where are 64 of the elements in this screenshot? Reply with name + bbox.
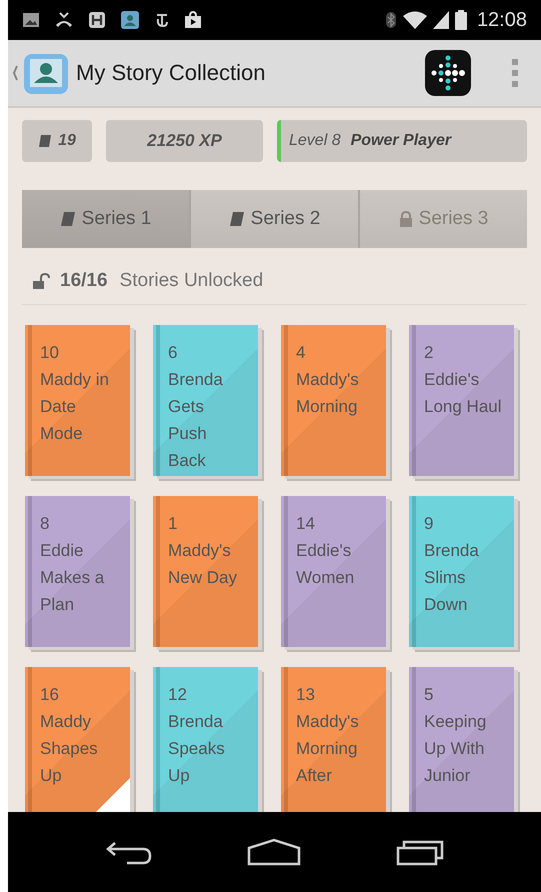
story-number: 9: [424, 513, 434, 535]
story-book[interactable]: 1 Maddy's New Day: [153, 496, 258, 647]
level-text: Level 8: [289, 132, 341, 150]
story-book[interactable]: 6 Brenda Gets Push Back: [153, 325, 258, 476]
story-book[interactable]: 5 Keeping Up With Junior: [409, 667, 514, 812]
story-title: Brenda Gets Push Back: [168, 369, 224, 472]
story-book[interactable]: 14 Eddie's Women: [281, 496, 386, 647]
book-icon: [60, 211, 76, 227]
letter-h-app-icon: [88, 11, 106, 29]
story-book[interactable]: 9 Brenda Slims Down: [409, 496, 514, 647]
rank-text: Power Player: [350, 132, 452, 150]
story-title: Keeping Up With Junior: [424, 711, 488, 787]
story-book[interactable]: 10 Maddy in Date Mode: [25, 325, 130, 476]
story-number: 10: [40, 342, 60, 364]
story-number: 8: [40, 513, 50, 535]
wifi-icon: [402, 11, 427, 29]
story-title: Maddy's New Day: [168, 540, 238, 589]
book-icon: [38, 134, 52, 148]
series-tab[interactable]: Series 2: [191, 190, 360, 248]
story-number: 2: [424, 342, 434, 364]
unlocked-count: 16/16: [60, 270, 108, 292]
home-button[interactable]: [247, 838, 302, 866]
bluetooth-icon: [384, 11, 397, 29]
story-number: 1: [168, 513, 178, 535]
story-book[interactable]: 8 Eddie Makes a Plan: [25, 496, 130, 647]
story-book[interactable]: 13 Maddy's Morning After: [281, 667, 386, 812]
story-title: Eddie Makes a Plan: [40, 540, 106, 616]
series-tab[interactable]: Series 3: [360, 190, 527, 248]
story-title: Maddy's Morning After: [296, 711, 360, 787]
series-tab[interactable]: Series 1: [22, 190, 191, 248]
recent-apps-button[interactable]: [396, 838, 444, 866]
picture-notification-icon: [22, 12, 40, 28]
play-store-icon: [184, 11, 202, 29]
story-number: 13: [296, 684, 316, 706]
book-count-chip: 19: [22, 120, 92, 162]
battery-icon: [454, 10, 467, 30]
story-number: 6: [168, 342, 178, 364]
story-number: 4: [296, 342, 306, 364]
story-title: Eddie's Women: [296, 540, 356, 589]
unlocked-padlock-icon: [32, 273, 52, 289]
story-title: Brenda Slims Down: [424, 540, 480, 616]
story-title: Maddy Shapes Up: [40, 711, 99, 787]
story-title: Maddy's Morning: [296, 369, 360, 418]
story-book[interactable]: 2 Eddie's Long Haul: [409, 325, 514, 476]
unlocked-label: Stories Unlocked: [120, 270, 264, 292]
story-number: 12: [168, 684, 188, 706]
xp-chip: 21250 XP: [106, 120, 263, 162]
missed-call-icon: [54, 11, 74, 29]
story-book[interactable]: 4 Maddy's Morning: [281, 325, 386, 476]
clock-time: 12:08: [476, 8, 527, 32]
padlock-icon: [398, 211, 413, 227]
story-title: Brenda Speaks Up: [168, 711, 226, 787]
story-book[interactable]: 16 Maddy Shapes Up: [25, 667, 130, 812]
signal-icon: [432, 11, 449, 29]
story-book[interactable]: 12 Brenda Speaks Up: [153, 667, 258, 812]
book-icon: [228, 211, 245, 227]
story-number: 16: [40, 684, 60, 706]
story-number: 5: [424, 684, 434, 706]
app-title: My Story Collection: [76, 60, 267, 86]
dotted-app-button[interactable]: [425, 50, 471, 96]
story-number: 14: [296, 513, 316, 535]
story-title: Maddy in Date Mode: [40, 369, 110, 445]
story-title: Eddie's Long Haul: [424, 369, 502, 418]
contact-app-icon: [120, 10, 140, 30]
